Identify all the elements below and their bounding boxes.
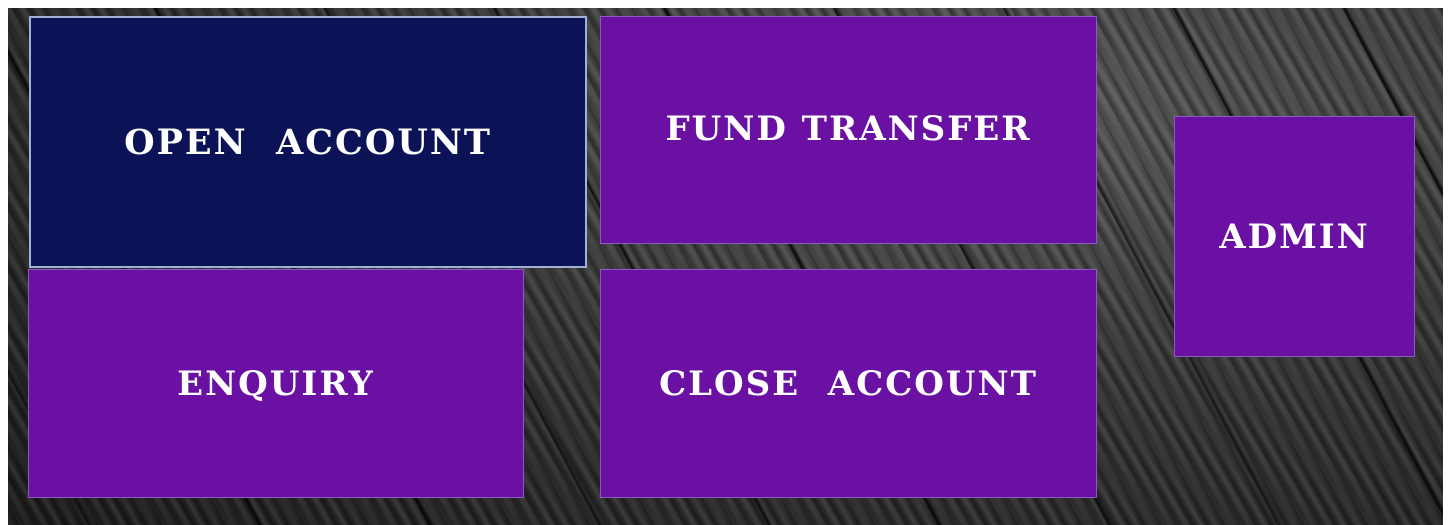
open-account-button[interactable]: OPEN ACCOUNT [29,16,587,268]
admin-label: ADMIN [1219,216,1370,257]
enquiry-label: ENQUIRY [177,363,375,404]
close-account-button[interactable]: CLOSE ACCOUNT [600,269,1097,498]
fund-transfer-button[interactable]: FUND TRANSFER [600,16,1097,244]
enquiry-button[interactable]: ENQUIRY [28,269,524,498]
close-account-label: CLOSE ACCOUNT [659,363,1038,404]
admin-button[interactable]: ADMIN [1174,116,1415,357]
fund-transfer-label: FUND TRANSFER [665,109,1032,149]
open-account-label: OPEN ACCOUNT [124,121,492,163]
wood-background: OPEN ACCOUNT FUND TRANSFER ENQUIRY CLOSE… [8,8,1443,525]
